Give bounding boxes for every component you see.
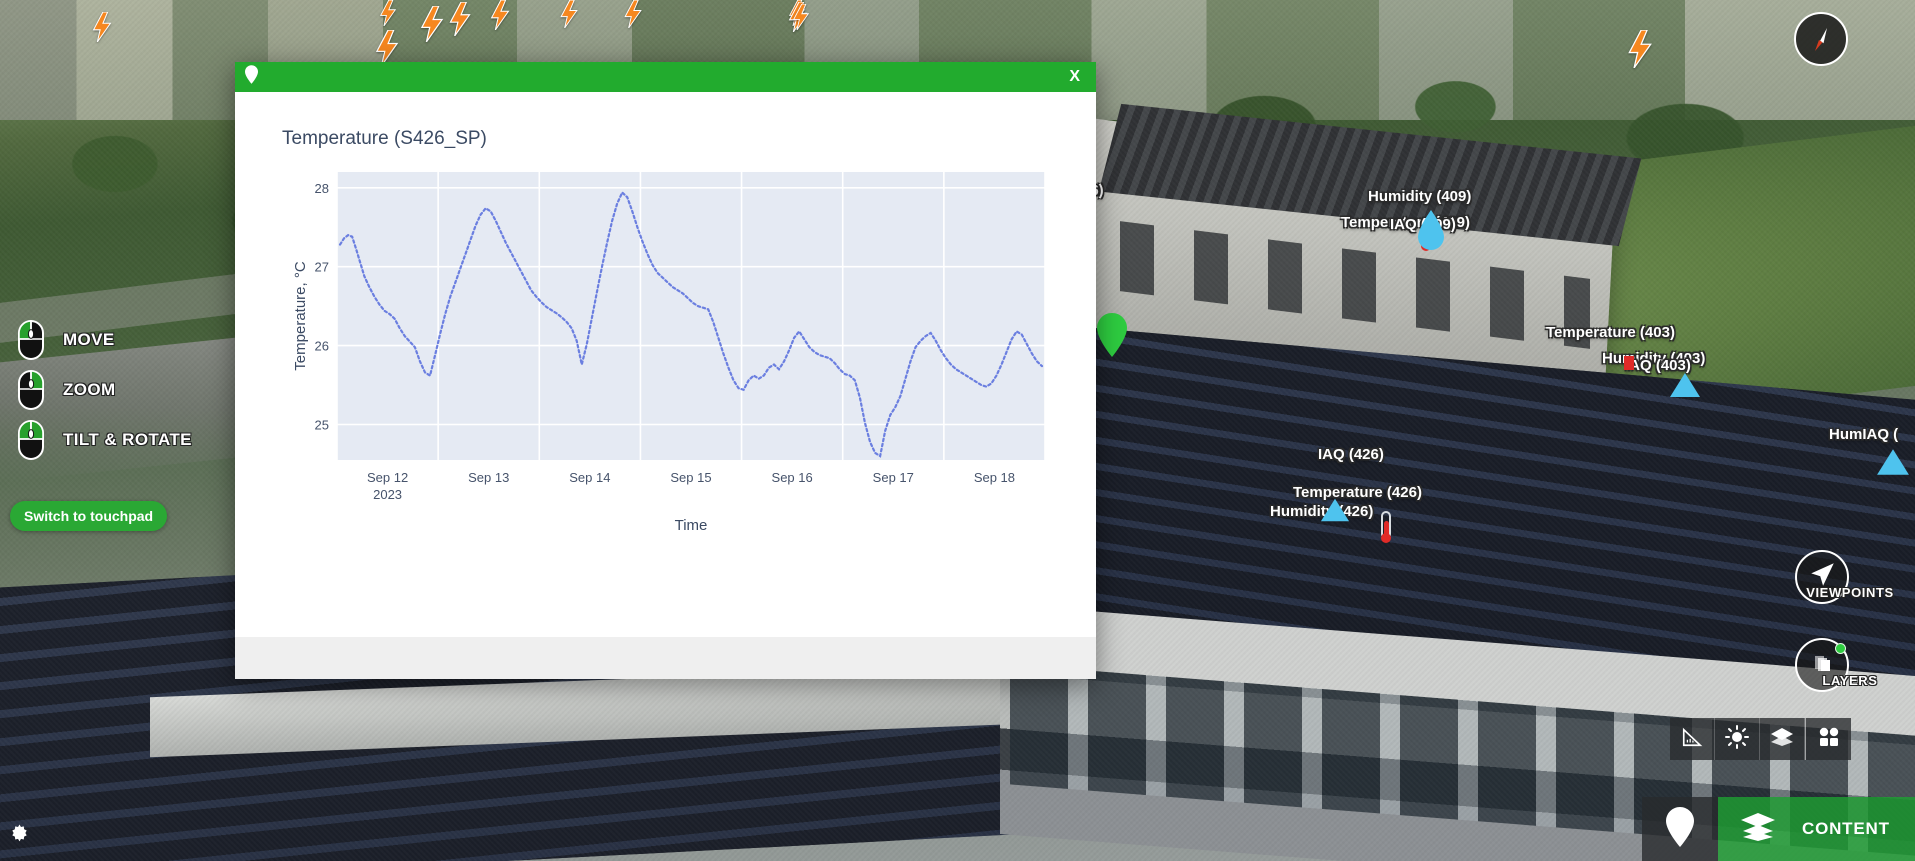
sensor-label-edge[interactable]: HumIAQ (	[1829, 426, 1898, 443]
chart-title: Temperature (S426_SP)	[282, 128, 487, 149]
iaq-bolt-icon[interactable]	[620, 0, 646, 29]
sensor-label-iaq-426[interactable]: IAQ (426)	[1318, 446, 1384, 463]
apps-button[interactable]	[1806, 718, 1851, 760]
content-label: CONTENT	[1802, 819, 1890, 838]
measure-button[interactable]	[1670, 718, 1715, 760]
sun-icon	[1725, 724, 1749, 754]
svg-text:28: 28	[315, 181, 329, 196]
iaq-bolt-icon[interactable]	[557, 0, 581, 29]
map-tools-bar	[1670, 718, 1851, 760]
close-icon[interactable]: X	[1059, 62, 1090, 92]
nav-help-label: ZOOM	[63, 380, 116, 399]
svg-text:Sep 15: Sep 15	[670, 470, 711, 485]
svg-text:Sep 16: Sep 16	[772, 470, 813, 485]
nav-help-item-zoom: ZOOM	[8, 366, 192, 414]
layers-stack-icon	[1740, 812, 1776, 847]
measure-triangle-icon	[1681, 726, 1703, 753]
svg-text:Sep 12: Sep 12	[367, 470, 408, 485]
svg-text:Sep 18: Sep 18	[974, 470, 1015, 485]
mouse-scroll-wheel-icon	[17, 369, 45, 411]
navigation-help-panel: MOVE ZOOM TILT & ROTATE	[8, 316, 192, 466]
chart-card: Temperature (S426_SP) 25 26 27 28 Sep 12 2023…	[235, 92, 1096, 637]
svg-text:25: 25	[315, 417, 329, 432]
slice-box-icon	[1769, 726, 1795, 753]
iaq-bolt-icon[interactable]	[1625, 29, 1655, 69]
layers-badge	[1835, 643, 1846, 654]
chart-area: 25 26 27 28 Sep 12 2023 Sep 13 Sep 14 Sep 15 Sep …	[291, 168, 1051, 538]
map-pin-icon	[245, 65, 258, 89]
nav-help-label: TILT & ROTATE	[63, 430, 192, 449]
mouse-right-button-icon	[17, 419, 45, 461]
svg-text:26: 26	[315, 339, 329, 354]
app-root: 06) Humidity (409) Temperature (409) IAQ…	[0, 0, 1915, 861]
triangle-icon[interactable]	[1669, 372, 1700, 398]
sensor-square-icon[interactable]	[1624, 356, 1634, 370]
grid-apps-icon	[1818, 726, 1840, 753]
thermometer-icon[interactable]	[1378, 511, 1394, 545]
sensor-popup-panel: X Temperature (S426_SP) 25 26 27 28 Sep 12 20…	[235, 62, 1096, 679]
svg-text:Time: Time	[675, 517, 708, 534]
nav-help-item-move: MOVE	[8, 316, 192, 364]
iaq-bolt-icon[interactable]	[487, 0, 513, 31]
map-pin-icon[interactable]	[1095, 312, 1129, 358]
iaq-bolt-icon[interactable]	[418, 5, 446, 43]
gear-icon[interactable]	[6, 820, 33, 852]
popup-title-bar[interactable]: X	[235, 62, 1096, 92]
water-drop-icon[interactable]	[1414, 208, 1448, 254]
svg-text:27: 27	[315, 260, 329, 275]
iaq-bolt-icon[interactable]	[373, 29, 401, 67]
sensor-label-temperature-426[interactable]: Temperature (426)	[1293, 484, 1422, 501]
svg-text:Sep 13: Sep 13	[468, 470, 509, 485]
iaq-bolt-icon[interactable]	[447, 1, 473, 37]
svg-text:2023: 2023	[373, 487, 402, 502]
svg-text:Sep 14: Sep 14	[569, 470, 610, 485]
viewpoints-label: VIEWPOINTS	[1806, 585, 1894, 600]
nav-help-label: MOVE	[63, 330, 115, 349]
sensor-label-temperature-403[interactable]: Temperature (403)	[1546, 324, 1675, 341]
mouse-left-button-icon	[17, 319, 45, 361]
iaq-bolt-icon[interactable]	[375, 0, 401, 27]
bottom-action-bar: CONTENT	[1642, 797, 1915, 861]
map-pin-button[interactable]	[1642, 797, 1718, 861]
map-pin-icon	[1664, 806, 1696, 853]
content-button[interactable]: CONTENT	[1718, 797, 1915, 861]
sensor-label-humidity-409[interactable]: Humidity (409)	[1368, 188, 1471, 205]
iaq-bolt-icon[interactable]	[790, 3, 812, 31]
svg-text:Temperature, °C: Temperature, °C	[292, 261, 309, 371]
layers-label: LAYERS	[1822, 673, 1878, 688]
slice-button[interactable]	[1760, 718, 1805, 760]
nav-help-item-tilt-rotate: TILT & ROTATE	[8, 416, 192, 464]
triangle-icon[interactable]	[1320, 497, 1350, 523]
iaq-bolt-icon[interactable]	[90, 11, 114, 43]
triangle-icon[interactable]	[1876, 447, 1909, 475]
svg-text:Sep 17: Sep 17	[873, 470, 914, 485]
compass-icon[interactable]	[1794, 12, 1848, 66]
lighting-button[interactable]	[1715, 718, 1760, 760]
temperature-line-chart: 25 26 27 28 Sep 12 2023 Sep 13 Sep 14 Sep 15 Sep …	[292, 172, 1046, 534]
switch-to-touchpad-button[interactable]: Switch to touchpad	[10, 501, 168, 531]
